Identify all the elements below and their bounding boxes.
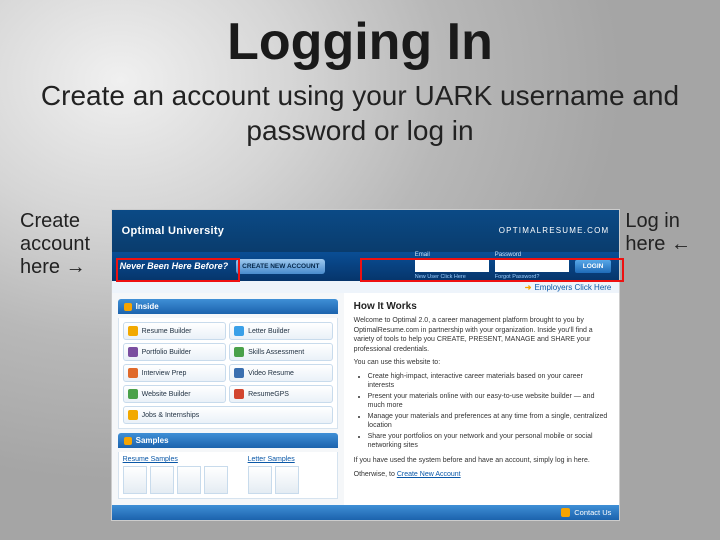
tool-jobs-internships[interactable]: Jobs & Internships	[123, 406, 333, 424]
inside-heading: Inside	[118, 299, 338, 314]
feature-item: Share your portfolios on your network an…	[368, 432, 610, 450]
site-brand: OPTIMALRESUME.COM	[499, 226, 610, 235]
contact-bar[interactable]: Contact Us	[112, 505, 620, 520]
tool-skills-assessment[interactable]: Skills Assessment	[229, 343, 333, 361]
arrow-icon: ➜	[525, 283, 532, 292]
feature-item: Present your materials online with our e…	[368, 392, 610, 410]
intro-paragraph: Welcome to Optimal 2.0, a career managem…	[354, 316, 610, 354]
create-new-account-link[interactable]: Create New Account	[397, 471, 461, 478]
tool-resume-builder[interactable]: Resume Builder	[123, 322, 227, 340]
tool-interview-prep[interactable]: Interview Prep	[123, 364, 227, 382]
samples-heading: Samples	[118, 433, 338, 448]
list-intro: You can use this website to:	[354, 358, 610, 367]
site-name: Optimal University	[122, 225, 225, 237]
site-banner: Optimal University OPTIMALRESUME.COM	[112, 210, 620, 252]
create-account-label: Create account here →	[20, 210, 106, 279]
content-row: Create account here → Optimal University…	[20, 210, 710, 520]
tool-video-resume[interactable]: Video Resume	[229, 364, 333, 382]
right-column: How It Works Welcome to Optimal 2.0, a c…	[344, 293, 620, 505]
left-column: Inside Resume BuilderLetter BuilderPortf…	[112, 293, 344, 505]
create-account-button[interactable]: CREATE NEW ACCOUNT	[236, 259, 325, 274]
feature-item: Manage your materials and preferences at…	[368, 412, 610, 430]
screenshot-body: Inside Resume BuilderLetter BuilderPortf…	[112, 293, 620, 505]
letter-samples-link[interactable]: Letter Samples	[248, 456, 299, 463]
existing-user-note: If you have used the system before and h…	[354, 456, 610, 465]
employers-link[interactable]: Employers Click Here	[534, 283, 611, 292]
feature-item: Create high-impact, interactive career m…	[368, 372, 610, 390]
resume-samples-link[interactable]: Resume Samples	[123, 456, 228, 463]
highlight-login	[360, 258, 624, 282]
slide-subtitle: Create an account using your UARK userna…	[40, 78, 680, 148]
tool-portfolio-builder[interactable]: Portfolio Builder	[123, 343, 227, 361]
samples-panel: Resume Samples Letter Samples	[118, 452, 338, 499]
tool-letter-builder[interactable]: Letter Builder	[229, 322, 333, 340]
tool-website-builder[interactable]: Website Builder	[123, 385, 227, 403]
screenshot: Optimal University OPTIMALRESUME.COM Nev…	[112, 210, 620, 520]
feature-list: Create high-impact, interactive career m…	[368, 372, 610, 451]
otherwise-note: Otherwise, to Create New Account	[354, 470, 610, 479]
tool-resumegps[interactable]: ResumeGPS	[229, 385, 333, 403]
highlight-create-account	[116, 258, 240, 282]
tools-grid: Resume BuilderLetter BuilderPortfolio Bu…	[118, 318, 338, 429]
slide-title: Logging In	[0, 0, 720, 72]
login-here-label: Log in here ←	[625, 210, 710, 256]
slide: Logging In Create an account using your …	[0, 0, 720, 540]
how-it-works-heading: How It Works	[354, 301, 610, 312]
sub-bar: ➜ Employers Click Here	[112, 281, 620, 294]
